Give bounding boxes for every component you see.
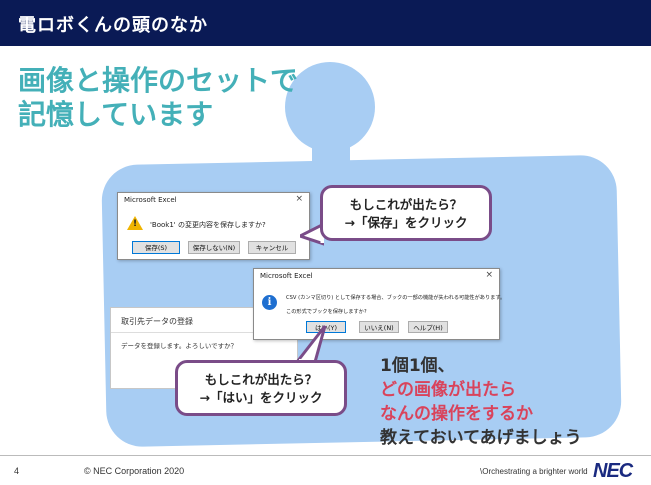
dialog-title: Microsoft Excel — [260, 272, 313, 280]
callout-line: もしこれが出たら？ — [349, 197, 463, 212]
body-line-4: 教えておいてあげましょう — [380, 428, 582, 448]
save-button[interactable]: 保存(S) — [132, 241, 180, 254]
callout-tail — [293, 325, 327, 364]
info-icon: i — [262, 295, 277, 310]
callout-yes: もしこれが出たら？ →「はい」をクリック — [175, 360, 347, 416]
excel-save-dialog: Microsoft Excel × ! 'Book1' の変更内容を保存しますか… — [117, 192, 310, 260]
heading-line-1: 画像と操作のセットで — [18, 64, 299, 97]
warning-mark: ! — [133, 219, 138, 229]
register-dialog-message: データを登録します。よろしいですか？ — [121, 342, 238, 350]
explanation-text: 1個1個、 どの画像が出たら なんの操作をするか 教えておいてあげましょう — [380, 354, 582, 450]
main-heading: 画像と操作のセットで 記憶しています — [18, 64, 298, 132]
body-line-2: どの画像が出たら — [380, 380, 516, 400]
register-dialog-title: 取引先データの登録 — [121, 317, 193, 326]
close-icon[interactable]: × — [485, 270, 493, 280]
page-number: 4 — [14, 466, 20, 476]
no-button[interactable]: いいえ(N) — [359, 321, 399, 333]
dialog-title: Microsoft Excel — [124, 196, 177, 204]
callout-save: もしこれが出たら？ →「保存」をクリック — [320, 185, 492, 241]
dialog-message-2: この形式でブックを保存しますか? — [286, 309, 367, 315]
nec-logo: NEC — [593, 460, 633, 482]
slide-title: 電ロボくんの頭のなか — [18, 15, 208, 36]
dialog-message: 'Book1' の変更内容を保存しますか? — [150, 221, 266, 229]
header-bar: 電ロボくんの頭のなか — [0, 0, 651, 46]
callout-line: →「保存」をクリック — [344, 215, 468, 230]
body-line-3: なんの操作をするか — [380, 404, 533, 424]
close-icon[interactable]: × — [295, 194, 303, 204]
copyright: © NEC Corporation 2020 — [84, 466, 185, 476]
dont-save-button[interactable]: 保存しない(N) — [188, 241, 240, 254]
callout-line: →「はい」をクリック — [199, 390, 323, 405]
help-button[interactable]: ヘルプ(H) — [408, 321, 448, 333]
tagline: \Orchestrating a brighter world — [480, 467, 588, 476]
dialog-message-1: CSV (カンマ区切り) として保存する場合、ブックの一部の機能が失われる可能性… — [286, 295, 506, 301]
footer-divider — [0, 455, 651, 456]
cancel-button[interactable]: キャンセル — [248, 241, 296, 254]
heading-line-2: 記憶しています — [18, 98, 214, 131]
callout-line: もしこれが出たら？ — [204, 372, 318, 387]
body-line-1: 1個1個、 — [380, 356, 455, 376]
